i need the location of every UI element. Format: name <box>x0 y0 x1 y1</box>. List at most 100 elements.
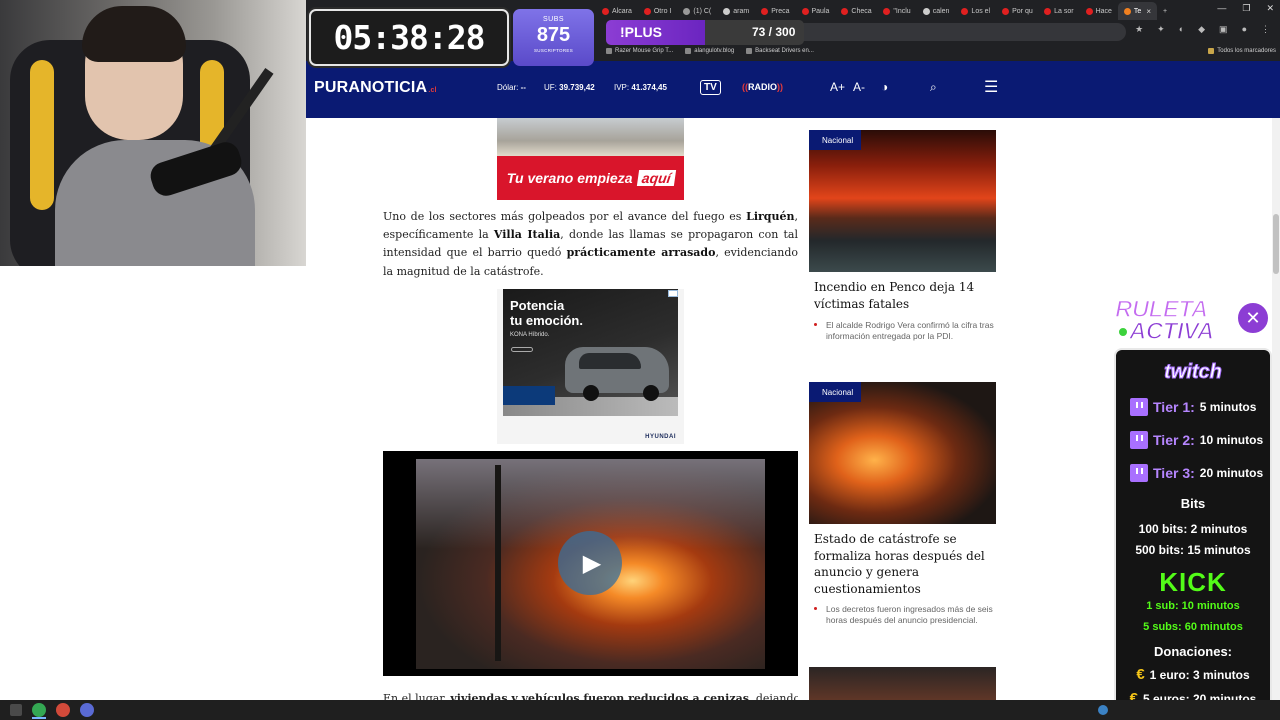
bookmark-item[interactable]: Backseat Drivers en... <box>746 48 814 54</box>
maximize-icon[interactable]: ❐ <box>1242 3 1250 14</box>
search-icon[interactable]: ⌕ <box>930 80 937 95</box>
close-tab-icon[interactable]: × <box>1146 7 1151 16</box>
category-tag[interactable]: Nacional <box>809 382 862 402</box>
contrast-icon[interactable]: ◑ <box>881 80 888 94</box>
font-increase-button[interactable]: A+ <box>830 80 845 94</box>
browser-tab[interactable]: aram <box>717 2 755 20</box>
new-tab-button[interactable]: + <box>1157 2 1173 20</box>
news-image[interactable]: Nacional <box>809 130 996 272</box>
ad-headline-1: Potencia <box>510 298 565 313</box>
browser-tab[interactable]: Por qu <box>996 2 1038 20</box>
play-icon[interactable]: ▶ <box>558 531 622 595</box>
ad-cta-pill <box>511 347 533 352</box>
bookmark-item[interactable]: Razer Mouse Grip T... <box>606 48 673 54</box>
browser-tab[interactable]: Checa <box>835 2 877 20</box>
browser-tab[interactable]: calen <box>917 2 956 20</box>
kick-logo: KICK <box>1159 567 1227 597</box>
news-description: Los decretos fueron ingresados más de se… <box>814 604 996 627</box>
twitch-logo: twitch <box>1164 361 1223 384</box>
favicon-icon <box>841 7 849 15</box>
bookmark-label: Razer Mouse Grip T... <box>615 48 674 54</box>
bookmark-star-icon[interactable]: ★ <box>1135 24 1143 35</box>
bookmark-icon <box>606 48 612 54</box>
browser-tab[interactable]: Los el <box>955 2 996 20</box>
radio-button[interactable]: ((RADIO)) <box>742 82 783 92</box>
folder-icon <box>1208 48 1215 54</box>
video-pole <box>495 465 501 661</box>
bold-text: prácticamente arrasado <box>566 246 716 260</box>
ad-banner-car[interactable]: Potencia tu emoción. KONA Híbrido. HYUNDA… <box>497 289 684 444</box>
video-player[interactable]: ▶ <box>383 451 798 676</box>
ivp-value: 41.374,45 <box>631 83 667 92</box>
start-icon[interactable] <box>10 704 22 716</box>
adchoices-icon[interactable] <box>668 290 678 297</box>
browser-tab[interactable]: Preca <box>755 2 795 20</box>
tier-name: Tier 2: <box>1153 432 1195 448</box>
site-logo[interactable]: PURANOTICIA.cl <box>314 79 437 97</box>
browser-tab[interactable]: (1) C( <box>677 2 717 20</box>
news-title[interactable]: Incendio en Penco deja 14 víctimas fatal… <box>814 279 996 312</box>
minimize-icon[interactable]: — <box>1217 3 1226 14</box>
font-decrease-button[interactable]: A- <box>853 80 865 94</box>
stream-timer: 05:38:28 <box>309 9 509 66</box>
extension-icon[interactable]: ✦ <box>1157 24 1165 35</box>
extension-icon[interactable]: ◐ <box>1179 24 1184 35</box>
logo-tld: .cl <box>428 87 437 94</box>
browser-tab[interactable]: "Inclu <box>877 2 916 20</box>
streamer-hair <box>82 6 186 62</box>
ad-creative: Potencia tu emoción. KONA Híbrido. <box>503 289 678 416</box>
news-title[interactable]: Estado de catástrofe se formaliza horas … <box>814 531 996 597</box>
twitch-icon <box>1130 464 1148 482</box>
app-icon[interactable] <box>80 703 94 717</box>
os-taskbar <box>0 700 1280 720</box>
news-image[interactable]: Nacional <box>809 382 996 524</box>
ad-headline-2: tu emoción. <box>510 313 583 328</box>
bookmark-item[interactable]: alangulotv.blog <box>685 48 734 54</box>
ad-badge <box>503 386 555 405</box>
car-wheel <box>643 385 659 401</box>
page-scrollbar[interactable] <box>1272 118 1280 700</box>
app-icon[interactable] <box>56 703 70 717</box>
tier-row: Tier 3: 20 minutos <box>1130 464 1263 482</box>
browser-tab[interactable]: Alcara <box>596 2 638 20</box>
tab-label: Preca <box>771 7 790 15</box>
tab-label: Por qu <box>1012 7 1033 15</box>
profile-icon[interactable]: ● <box>1242 24 1247 35</box>
donation-text: 1 euro: 3 minutos <box>1149 667 1250 682</box>
favicon-icon <box>961 7 969 15</box>
browser-tab[interactable]: Otro I <box>638 2 678 20</box>
category-tag[interactable]: Nacional <box>809 130 862 150</box>
text-run: Uno de los sectores más golpeados por el… <box>383 210 747 223</box>
all-bookmarks[interactable]: Todos los marcadores <box>1208 48 1276 54</box>
scrollbar-thumb[interactable] <box>1273 214 1279 274</box>
bookmark-label: Backseat Drivers en... <box>755 48 814 54</box>
extension-icon[interactable]: ◆ <box>1198 24 1205 35</box>
tab-label: calen <box>932 7 950 15</box>
tab-label: Alcara <box>612 7 632 15</box>
tv-button[interactable]: TV <box>700 80 721 95</box>
browser-tab[interactable]: Paula <box>796 2 836 20</box>
bits-line: 100 bits: 2 minutos <box>1138 522 1248 536</box>
cloud-icon[interactable] <box>1098 705 1108 715</box>
tab-label: Los el <box>971 7 991 15</box>
tab-label: "Inclu <box>893 7 911 15</box>
article-paragraph: Uno de los sectores más golpeados por el… <box>383 208 798 281</box>
chrome-icon[interactable] <box>32 703 46 717</box>
menu-dots-icon[interactable]: ⋮ <box>1261 24 1270 35</box>
tier-name: Tier 3: <box>1153 465 1195 481</box>
browser-tab[interactable]: Hace <box>1080 2 1118 20</box>
close-window-icon[interactable]: ✕ <box>1266 3 1274 14</box>
tier-value: 5 minutos <box>1199 400 1257 414</box>
tier-value: 10 minutos <box>1199 433 1264 447</box>
twitch-icon <box>1130 398 1148 416</box>
tab-label: Hace <box>1095 7 1112 15</box>
hamburger-menu-icon[interactable]: ☰ <box>984 77 998 97</box>
browser-tab-active[interactable]: Te × <box>1117 2 1157 20</box>
puzzle-icon[interactable]: ▣ <box>1219 24 1228 35</box>
ad-banner-top[interactable]: Tu verano empieza aquí <box>497 118 684 200</box>
bookmark-label: alangulotv.blog <box>694 48 735 54</box>
ad-headline: Potencia tu emoción. <box>510 298 583 328</box>
browser-tab[interactable]: La sor <box>1038 2 1079 20</box>
favicon-icon <box>883 7 891 15</box>
tab-label: Paula <box>811 7 830 15</box>
